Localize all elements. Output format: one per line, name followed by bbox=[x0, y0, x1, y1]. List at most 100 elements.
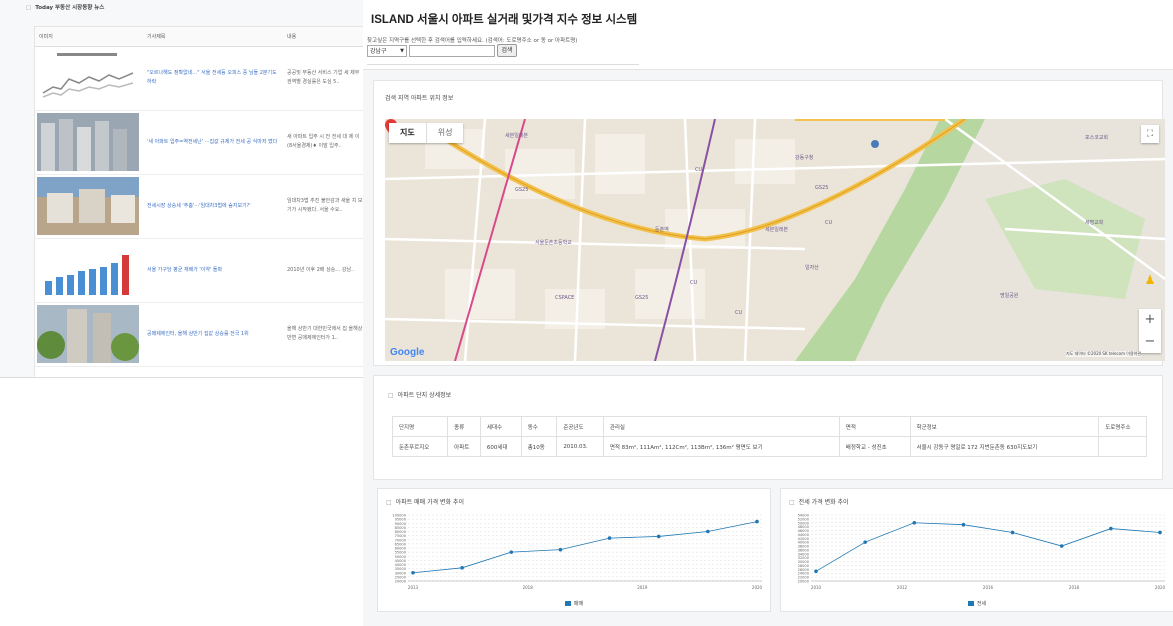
map-type-satellite-button[interactable]: 위성 bbox=[427, 123, 464, 143]
map-type-map-button[interactable]: 지도 bbox=[389, 123, 427, 143]
news-section-title: □ Today 부동산 시장동향 뉴스 bbox=[26, 5, 105, 11]
map-view[interactable]: GS25 세븐일레븐 CU CU GS25 CSPACE 서울둔촌초등학교 둔촌… bbox=[385, 119, 1165, 361]
map-section-title: 검색 지역 아파트 위치 정보 bbox=[385, 95, 454, 102]
street-view-pegman-icon[interactable]: ♟ bbox=[1143, 273, 1157, 293]
detail-section-title: □ 아파트 단지 상세정보 bbox=[388, 392, 452, 399]
news-thumbnail-photo[interactable] bbox=[37, 305, 139, 363]
search-help-text: 찾고싶은 지역구를 선택한 후 검색어를 입력하세요. (검색어: 도로명주소 … bbox=[367, 38, 578, 44]
legend-label: 매매 bbox=[573, 601, 584, 607]
data-point[interactable] bbox=[509, 550, 514, 554]
news-title[interactable]: '새 아파트 입주=역전세난' ···집값 규제가 전세 공 식마저 깼다 bbox=[143, 110, 283, 175]
map-label: 일자산 bbox=[805, 264, 819, 271]
y-tick-label: 32000 bbox=[798, 556, 810, 560]
y-tick-label: 60000 bbox=[395, 547, 407, 551]
y-tick-label: 55000 bbox=[395, 551, 407, 555]
data-point[interactable] bbox=[961, 522, 966, 527]
y-tick-label: 34000 bbox=[798, 552, 810, 556]
data-point[interactable] bbox=[460, 566, 464, 570]
data-point[interactable] bbox=[607, 536, 612, 540]
news-table: 이미지 기사제목 내용 "오르나해도 정확없네…" 서울 전세등 오피스 중 님… bbox=[35, 27, 364, 367]
zoom-control: + − bbox=[1139, 309, 1161, 353]
map-label: CSPACE bbox=[555, 295, 574, 301]
news-row[interactable]: '새 아파트 입주=역전세난' ···집값 규제가 전세 공 식마저 깼다 새 … bbox=[35, 110, 364, 175]
map-label: CU bbox=[825, 220, 832, 226]
y-tick-label: 65000 bbox=[395, 542, 407, 546]
zoom-in-button[interactable]: + bbox=[1139, 309, 1161, 331]
data-point[interactable] bbox=[814, 569, 818, 574]
y-tick-label: 22000 bbox=[798, 576, 810, 580]
news-thumbnail-photo[interactable] bbox=[37, 113, 139, 171]
data-point[interactable] bbox=[1059, 544, 1064, 548]
detail-cell-address-link[interactable]: 서울시 강동구 명일로 172 지번둔촌동 630지도보기 bbox=[909, 436, 1100, 457]
map-label: 서울둔촌초등학교 bbox=[535, 239, 572, 246]
detail-cell-road-address bbox=[1098, 436, 1147, 457]
bullet-icon: □ bbox=[789, 499, 795, 506]
y-tick-label: 48000 bbox=[798, 525, 810, 529]
data-point[interactable] bbox=[411, 570, 415, 575]
jeonse-chart-legend[interactable]: 전세 bbox=[781, 600, 1173, 607]
search-header: ISLAND 서울시 아파트 실거래 및가격 지수 정보 시스템 찾고싶은 지역… bbox=[363, 0, 1173, 70]
news-title[interactable]: 공매제에인터, 올해 상반기 집값 상승률 전국 1위 bbox=[143, 302, 283, 367]
news-title[interactable]: 전세시장 상승세 '주춤'···'임대차3법에 숨지보기?' bbox=[143, 174, 283, 239]
news-row[interactable]: 서울 가구당 평균 재배가 '이약' 돌파 2010년 이후 2배 상승… 강남… bbox=[35, 238, 364, 303]
data-point[interactable] bbox=[1158, 530, 1162, 535]
x-tick-label: 2010 bbox=[811, 585, 822, 590]
detail-header: 면적 bbox=[838, 416, 911, 437]
app-window: ISLAND 서울시 아파트 실거래 및가격 지수 정보 시스템 찾고싶은 지역… bbox=[363, 0, 1173, 626]
data-point[interactable] bbox=[912, 520, 917, 525]
x-tick-label: 2013 bbox=[408, 585, 419, 590]
detail-cell-buildings: 총10동 bbox=[520, 436, 558, 457]
y-tick-label: 52000 bbox=[798, 517, 810, 521]
data-point[interactable] bbox=[656, 534, 661, 539]
news-row[interactable]: "오르나해도 정확없네…" 서울 전세등 오피스 중 님들 2분기도 하락 공공… bbox=[35, 46, 364, 111]
map-type-control: 지도 위성 bbox=[389, 123, 464, 143]
y-tick-label: 44000 bbox=[798, 533, 810, 537]
map-canvas[interactable]: GS25 세븐일레븐 CU CU GS25 CSPACE 서울둔촌초등학교 둔촌… bbox=[385, 119, 1165, 361]
map-label: CU bbox=[735, 310, 742, 316]
news-thumbnail-chart[interactable] bbox=[37, 241, 139, 299]
y-tick-label: 36000 bbox=[798, 548, 810, 552]
detail-header: 준공년도 bbox=[556, 416, 604, 437]
news-title[interactable]: "오르나해도 정확없네…" 서울 전세등 오피스 중 님들 2분기도 하락 bbox=[143, 46, 283, 111]
sale-chart-card: □ 아파트 매매 가격 변화 추이 20000 25000 30000 35000 400… bbox=[377, 488, 771, 612]
search-input[interactable] bbox=[409, 45, 495, 57]
map-label: GS25 bbox=[815, 185, 828, 191]
y-tick-label: 35000 bbox=[395, 567, 407, 571]
jeonse-chart-title: □ 전세 가격 변화 추이 bbox=[789, 499, 849, 506]
news-row[interactable]: 전세시장 상승세 '주춤'···'임대차3법에 숨지보기?' 임대차3법 추진 … bbox=[35, 174, 364, 239]
map-copyright[interactable]: 지도 데이터 ©2020 SK telecom 이용약관 bbox=[1066, 351, 1141, 357]
jeonse-chart: 2000022000240002600028000300003200034000… bbox=[798, 514, 1166, 591]
data-point[interactable] bbox=[1109, 526, 1113, 531]
y-tick-label: 100000 bbox=[392, 514, 406, 518]
sale-chart-legend[interactable]: 매매 bbox=[378, 600, 770, 607]
detail-header: 종류 bbox=[447, 416, 481, 437]
news-title[interactable]: 서울 가구당 평균 재배가 '이약' 돌파 bbox=[143, 238, 283, 303]
data-point[interactable] bbox=[755, 519, 759, 524]
data-point[interactable] bbox=[1010, 530, 1015, 535]
detail-header: 세대수 bbox=[479, 416, 522, 437]
page-title: ISLAND 서울시 아파트 실거래 및가격 지수 정보 시스템 bbox=[371, 14, 638, 26]
chevron-down-icon: ▼ bbox=[400, 48, 404, 54]
map-label: GS25 bbox=[635, 295, 648, 301]
search-button[interactable]: 검색 bbox=[497, 44, 517, 57]
x-tick-label: 2016 bbox=[983, 585, 994, 590]
detail-cell-area-link[interactable]: 면적 83m², 111Am², 112Cm², 113Bm², 136m² 평… bbox=[602, 436, 840, 457]
data-point[interactable] bbox=[706, 529, 710, 534]
x-tick-label: 2020 bbox=[1155, 585, 1166, 590]
map-label: 둔촌역 bbox=[655, 226, 669, 233]
y-tick-label: 20000 bbox=[395, 580, 407, 584]
detail-cell-type: 아파트 bbox=[447, 436, 481, 457]
data-point[interactable] bbox=[863, 540, 867, 544]
district-select[interactable]: 강남구 ▼ bbox=[367, 45, 407, 57]
y-tick-label: 20000 bbox=[798, 580, 810, 584]
news-thumbnail-chart[interactable] bbox=[37, 49, 139, 107]
fullscreen-icon[interactable]: ⛶ bbox=[1141, 125, 1159, 143]
y-tick-label: 90000 bbox=[395, 522, 407, 526]
zoom-out-button[interactable]: − bbox=[1139, 331, 1161, 353]
legend-label: 전세 bbox=[976, 601, 987, 607]
bullet-icon: □ bbox=[388, 392, 394, 399]
news-row[interactable]: 공매제에인터, 올해 상반기 집값 상승률 전국 1위 올해 상반기 대한민국에… bbox=[35, 302, 364, 367]
y-tick-label: 80000 bbox=[395, 530, 407, 534]
data-point[interactable] bbox=[558, 547, 563, 552]
news-thumbnail-photo[interactable] bbox=[37, 177, 139, 235]
